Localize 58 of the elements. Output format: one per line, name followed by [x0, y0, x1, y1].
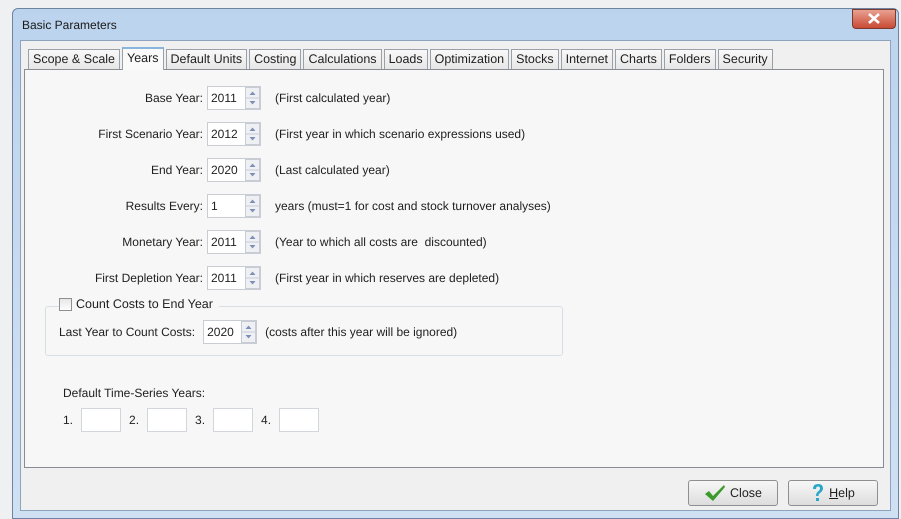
spin-arrows-icon — [245, 195, 260, 217]
field-note: (Year to which all costs are discounted) — [274, 235, 488, 249]
field-label: Monetary Year: — [121, 235, 204, 249]
spin-arrows-icon — [245, 231, 260, 253]
field-label: 1. — [63, 413, 74, 427]
checkbox-label: Count Costs to End Year — [76, 297, 213, 311]
close-dialog-button[interactable]: Close — [688, 480, 778, 506]
tab[interactable]: Years — [122, 47, 164, 70]
field-note: (First year in which reserves are depleted) — [274, 271, 500, 285]
tab[interactable]: Charts — [615, 49, 662, 69]
field-label: End Year: — [150, 163, 204, 177]
tab[interactable]: Stocks — [511, 49, 559, 69]
field-note: (Last calculated year) — [274, 163, 391, 177]
year-input-field[interactable] — [279, 408, 320, 432]
spin-arrows-icon — [245, 87, 260, 109]
field-label: First Depletion Year: — [94, 271, 204, 285]
year-input-field[interactable] — [147, 408, 188, 432]
field-label: 3. — [195, 413, 206, 427]
tab[interactable]: Scope & Scale — [28, 49, 120, 69]
tab[interactable]: Folders — [664, 49, 716, 69]
year-spinner[interactable]: 2011 — [207, 86, 261, 110]
checkmark-icon — [704, 484, 726, 502]
year-spinner[interactable]: 2011 — [207, 230, 261, 254]
section-label: Default Time-Series Years: — [63, 386, 206, 400]
tab[interactable]: Security — [718, 49, 773, 69]
tab[interactable]: Internet — [560, 49, 614, 69]
tab[interactable]: Optimization — [430, 49, 510, 69]
year-spinner[interactable]: 2020 — [207, 158, 261, 182]
field-label: 4. — [261, 413, 272, 427]
field-note: (First year in which scenario expressions used) — [274, 127, 526, 141]
field-label: Last Year to Count Costs: — [59, 325, 196, 339]
question-mark-icon — [811, 483, 826, 503]
tab[interactable]: Calculations — [303, 49, 382, 69]
year-spinner[interactable]: 2011 — [207, 266, 261, 290]
spin-arrows-icon — [241, 321, 256, 343]
close-icon — [867, 13, 881, 24]
year-input-field[interactable] — [81, 408, 122, 432]
field-label: 2. — [129, 413, 140, 427]
field-label: First Scenario Year: — [97, 127, 204, 141]
spin-arrows-icon — [245, 267, 260, 289]
field-label: Base Year: — [144, 91, 204, 105]
help-button[interactable]: Help — [788, 480, 878, 506]
tab[interactable]: Default Units — [166, 49, 248, 69]
spin-arrows-icon — [245, 159, 260, 181]
year-input-field[interactable] — [213, 408, 254, 432]
year-spinner[interactable]: 1 — [207, 194, 261, 218]
field-note: (First calculated year) — [274, 91, 392, 105]
tab[interactable]: Loads — [384, 49, 428, 69]
field-label: Results Every: — [124, 199, 204, 213]
year-spinner[interactable]: 2012 — [207, 122, 261, 146]
checkbox[interactable] — [59, 298, 72, 310]
field-note: years (must=1 for cost and stock turnover analyses) — [274, 199, 551, 213]
tab[interactable]: Costing — [249, 49, 302, 69]
window-title: Basic Parameters — [22, 18, 117, 32]
field-note: (costs after this year will be ignored) — [264, 325, 458, 339]
year-spinner[interactable]: 2020 — [203, 320, 258, 344]
spin-arrows-icon — [245, 123, 260, 145]
close-button[interactable] — [852, 8, 896, 28]
